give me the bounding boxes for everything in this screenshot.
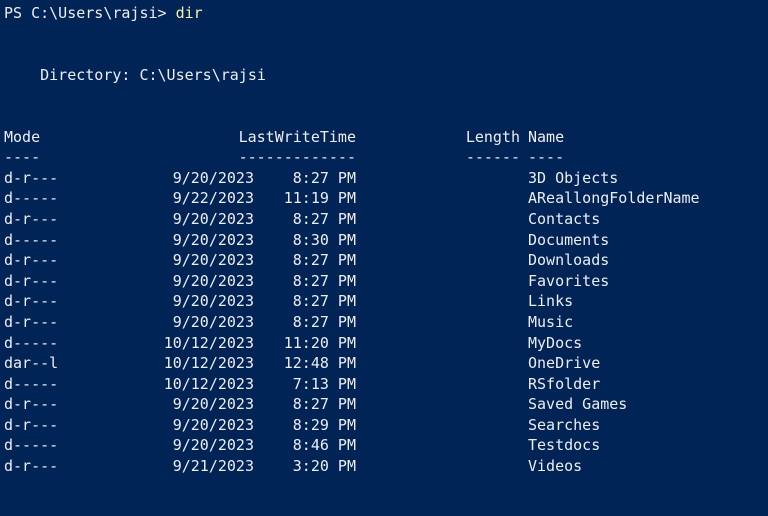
row-name: Searches — [528, 415, 601, 434]
row-date: 10/12/2023 — [163, 333, 254, 352]
row-time: 8:27 PM — [292, 271, 356, 290]
row-mode: d-r--- — [4, 271, 59, 290]
separator-length: ------ — [465, 148, 520, 167]
separator-mode: ---- — [4, 148, 41, 167]
row-mode: d-r--- — [4, 209, 59, 228]
row-name: Documents — [528, 230, 610, 249]
row-mode: d-r--- — [4, 251, 59, 270]
row-date: 9/20/2023 — [172, 415, 254, 434]
row-date: 9/20/2023 — [172, 209, 254, 228]
row-time: 3:20 PM — [292, 457, 356, 476]
separator-lastwritetime: ------------- — [238, 148, 356, 167]
row-mode: d----- — [4, 333, 59, 352]
row-mode: d-r--- — [4, 168, 59, 187]
listing-row: d-r--- 9/20/2023 8:29 PM Searches — [4, 415, 768, 436]
row-name: Music — [528, 312, 574, 331]
row-mode: d-r--- — [4, 312, 59, 331]
row-time: 8:27 PM — [292, 251, 356, 270]
row-name: Contacts — [528, 209, 601, 228]
row-name: RSfolder — [528, 374, 601, 393]
row-mode: d----- — [4, 230, 59, 249]
row-date: 9/21/2023 — [172, 457, 254, 476]
row-date: 10/12/2023 — [163, 374, 254, 393]
row-date: 9/20/2023 — [172, 292, 254, 311]
row-date: 9/20/2023 — [172, 251, 254, 270]
row-name: Videos — [528, 457, 583, 476]
row-mode: d-r--- — [4, 395, 59, 414]
header-lastwritetime: LastWriteTime — [238, 127, 356, 146]
header-length: Length — [465, 127, 520, 146]
listing-row: d----- 9/20/2023 8:46 PM Testdocs — [4, 435, 768, 456]
row-name: Favorites — [528, 271, 610, 290]
row-date: 9/20/2023 — [172, 395, 254, 414]
row-mode: d----- — [4, 189, 59, 208]
row-time: 8:29 PM — [292, 415, 356, 434]
row-time: 8:30 PM — [292, 230, 356, 249]
listing-row: d-r--- 9/20/2023 8:27 PM Favorites — [4, 271, 768, 292]
row-name: Testdocs — [528, 436, 601, 455]
row-date: 10/12/2023 — [163, 354, 254, 373]
row-mode: dar--l — [4, 354, 59, 373]
listing-row: dar--l 10/12/2023 12:48 PM OneDrive — [4, 353, 768, 374]
separator-row: ---- ------------- ------ ---- — [4, 147, 768, 168]
listing-row: d-r--- 9/20/2023 8:27 PM Downloads — [4, 250, 768, 271]
row-name: Saved Games — [528, 395, 628, 414]
listing-row: d----- 9/20/2023 8:30 PM Documents — [4, 230, 768, 251]
powershell-terminal[interactable]: PS C:\Users\rajsi> dir Directory: C:\Use… — [0, 0, 768, 516]
row-time: 7:13 PM — [292, 374, 356, 393]
row-time: 8:27 PM — [292, 395, 356, 414]
listing-row: d-r--- 9/20/2023 8:27 PM Contacts — [4, 209, 768, 230]
row-time: 8:27 PM — [292, 168, 356, 187]
row-time: 8:27 PM — [292, 312, 356, 331]
row-date: 9/20/2023 — [172, 230, 254, 249]
row-name: OneDrive — [528, 354, 601, 373]
row-date: 9/22/2023 — [172, 189, 254, 208]
listing-row: d-r--- 9/21/2023 3:20 PM Videos — [4, 456, 768, 477]
row-date: 9/20/2023 — [172, 168, 254, 187]
header-mode: Mode — [4, 127, 41, 146]
row-name: MyDocs — [528, 333, 583, 352]
listing-row: d----- 9/22/2023 11:19 PM AReallongFolderNa… — [4, 188, 768, 209]
directory-listing: d-r--- 9/20/2023 8:27 PM 3D Objects d----- 9/… — [4, 168, 768, 477]
row-mode: d-r--- — [4, 457, 59, 476]
listing-row: d-r--- 9/20/2023 8:27 PM Music — [4, 312, 768, 333]
row-time: 8:27 PM — [292, 292, 356, 311]
listing-row: d-r--- 9/20/2023 8:27 PM Links — [4, 291, 768, 312]
row-name: 3D Objects — [528, 168, 619, 187]
header-row: Mode LastWriteTime Length Name — [4, 127, 768, 148]
row-time: 11:19 PM — [283, 189, 356, 208]
row-name: AReallongFolderName — [528, 189, 700, 208]
row-name: Links — [528, 292, 574, 311]
row-date: 9/20/2023 — [172, 436, 254, 455]
command-text: dir — [175, 4, 203, 22]
row-date: 9/20/2023 — [172, 312, 254, 331]
listing-row: d-r--- 9/20/2023 8:27 PM 3D Objects — [4, 168, 768, 189]
listing-row: d----- 10/12/2023 7:13 PM RSfolder — [4, 374, 768, 395]
row-mode: d-r--- — [4, 292, 59, 311]
row-time: 8:27 PM — [292, 209, 356, 228]
row-time: 8:46 PM — [292, 436, 356, 455]
row-time: 11:20 PM — [283, 333, 356, 352]
row-mode: d----- — [4, 374, 59, 393]
row-time: 12:48 PM — [283, 354, 356, 373]
row-mode: d-r--- — [4, 415, 59, 434]
separator-name: ---- — [528, 148, 565, 167]
prompt-text: PS C:\Users\rajsi> — [4, 4, 176, 22]
row-name: Downloads — [528, 251, 610, 270]
directory-line: Directory: C:\Users\rajsi — [4, 65, 266, 84]
row-date: 9/20/2023 — [172, 271, 254, 290]
listing-row: d-r--- 9/20/2023 8:27 PM Saved Games — [4, 394, 768, 415]
row-mode: d----- — [4, 436, 59, 455]
prompt-line: PS C:\Users\rajsi> dir — [4, 3, 768, 24]
header-name: Name — [528, 127, 565, 146]
listing-row: d----- 10/12/2023 11:20 PM MyDocs — [4, 333, 768, 354]
